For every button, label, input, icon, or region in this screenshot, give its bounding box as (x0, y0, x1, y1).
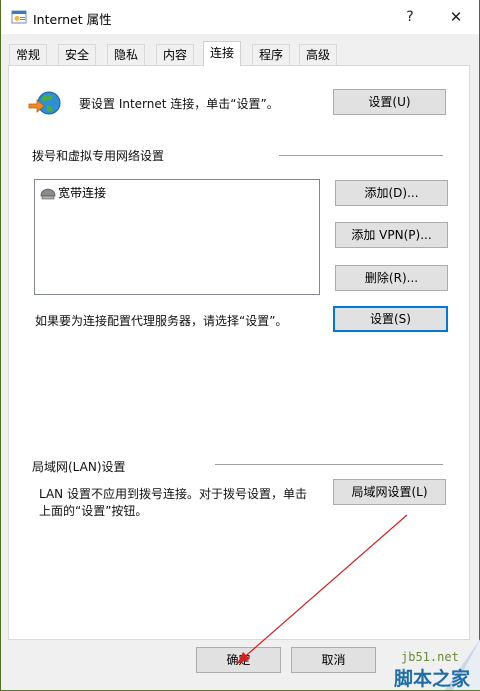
remove-connection-button[interactable]: 删除(R)... (335, 265, 448, 291)
setup-description: 要设置 Internet 连接，单击“设置”。 (79, 97, 279, 111)
list-item[interactable]: 宽带连接 (38, 184, 106, 202)
title-bar[interactable]: Internet 属性 ? ✕ (1, 0, 479, 34)
tab-privacy[interactable]: 隐私 (107, 44, 146, 65)
window-title: Internet 属性 (33, 12, 112, 27)
tab-programs[interactable]: 程序 (252, 44, 291, 65)
connections-panel: 要设置 Internet 连接，单击“设置”。 设置(U) 拨号和虚拟专用网络设… (8, 65, 470, 640)
tab-security[interactable]: 安全 (58, 44, 97, 65)
lan-section-title: 局域网(LAN)设置 (32, 460, 126, 474)
lan-section-divider (215, 464, 443, 465)
lan-description-line2: 上面的“设置”按钮。 (39, 504, 148, 518)
watermark-site: jb51.net (401, 650, 459, 664)
tab-general[interactable]: 常规 (9, 44, 48, 65)
tab-advanced[interactable]: 高级 (299, 44, 338, 65)
ok-button[interactable]: 确定 (196, 647, 281, 673)
connection-list[interactable]: 宽带连接 (34, 179, 320, 295)
tab-connections[interactable]: 连接 (203, 41, 242, 66)
dialup-connection-icon (40, 188, 56, 200)
internet-properties-window: Internet 属性 ? ✕ 常规 安全 隐私 内容 连接 程序 高级 要设置… (0, 0, 480, 690)
add-vpn-button[interactable]: 添加 VPN(P)... (335, 222, 448, 248)
watermark-name: 脚本之家 (394, 668, 471, 690)
setup-button[interactable]: 设置(U) (333, 89, 446, 115)
list-item-label: 宽带连接 (58, 186, 107, 200)
dialup-section-title: 拨号和虚拟专用网络设置 (32, 149, 165, 163)
dialup-section-divider (279, 155, 443, 156)
close-button[interactable]: ✕ (441, 0, 471, 34)
lan-settings-button[interactable]: 局域网设置(L) (333, 479, 446, 505)
lan-description-line1: LAN 设置不应用到拨号连接。对于拨号设置，单击 (39, 487, 307, 501)
tab-content[interactable]: 内容 (156, 44, 195, 65)
add-connection-button[interactable]: 添加(D)... (335, 180, 448, 206)
connection-settings-button[interactable]: 设置(S) (333, 306, 448, 332)
internet-globe-icon (28, 91, 61, 115)
internet-options-icon (11, 10, 27, 24)
help-button[interactable]: ? (395, 0, 425, 34)
cancel-button[interactable]: 取消 (291, 647, 376, 673)
proxy-description: 如果要为连接配置代理服务器，请选择“设置”。 (35, 314, 288, 328)
